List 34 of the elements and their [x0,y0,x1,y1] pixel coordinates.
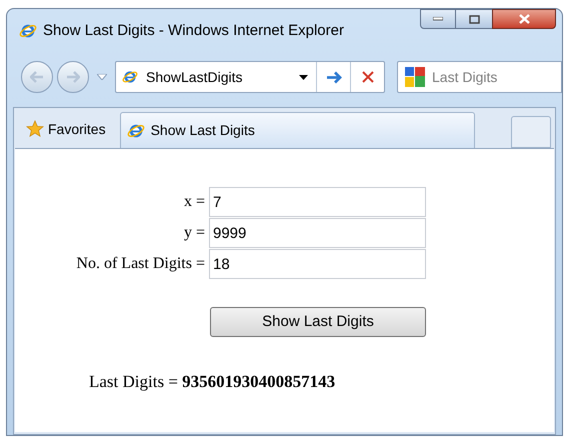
result-text: Last Digits = 935601930400857143 [89,372,336,391]
maximize-button[interactable] [456,9,492,29]
browser-logo-icon [122,69,138,85]
maximize-icon [468,14,480,24]
minimize-button[interactable] [420,9,456,29]
forward-arrow-icon [66,71,80,83]
browser-logo-icon [19,22,37,40]
address-bar[interactable]: ShowLastDigits [115,61,385,93]
search-provider-icon [404,66,426,88]
number-field[interactable]: 7 [209,187,426,217]
search-text: Last Digits [432,68,498,87]
browser-logo-icon [126,122,145,140]
dropdown-caret-icon [97,74,107,80]
forward-button[interactable] [57,61,89,93]
field-label: x = [182,192,206,212]
close-button[interactable] [492,9,556,29]
show-last-digits-button[interactable]: Show Last Digits [210,307,426,337]
star-icon [26,120,44,138]
window-title: Show Last Digits - Windows Internet Explorer [43,21,344,41]
go-arrow-icon[interactable] [326,70,342,84]
stop-icon[interactable] [362,71,374,83]
field-label: No. of Last Digits = [75,254,206,274]
favorites-button[interactable]: Favorites [16,110,116,148]
back-button[interactable] [21,61,53,93]
address-text: ShowLastDigits [146,68,242,87]
back-arrow-icon [30,71,44,83]
field-label: y = [182,223,206,243]
number-field[interactable]: 9999 [209,218,426,248]
minimize-icon [433,17,443,21]
search-field[interactable]: Last Digits [397,61,562,93]
close-icon [518,14,530,24]
number-field[interactable]: 18 [209,249,426,279]
dropdown-caret-icon [299,74,308,80]
browser-tab[interactable]: Show Last Digits [120,112,475,148]
